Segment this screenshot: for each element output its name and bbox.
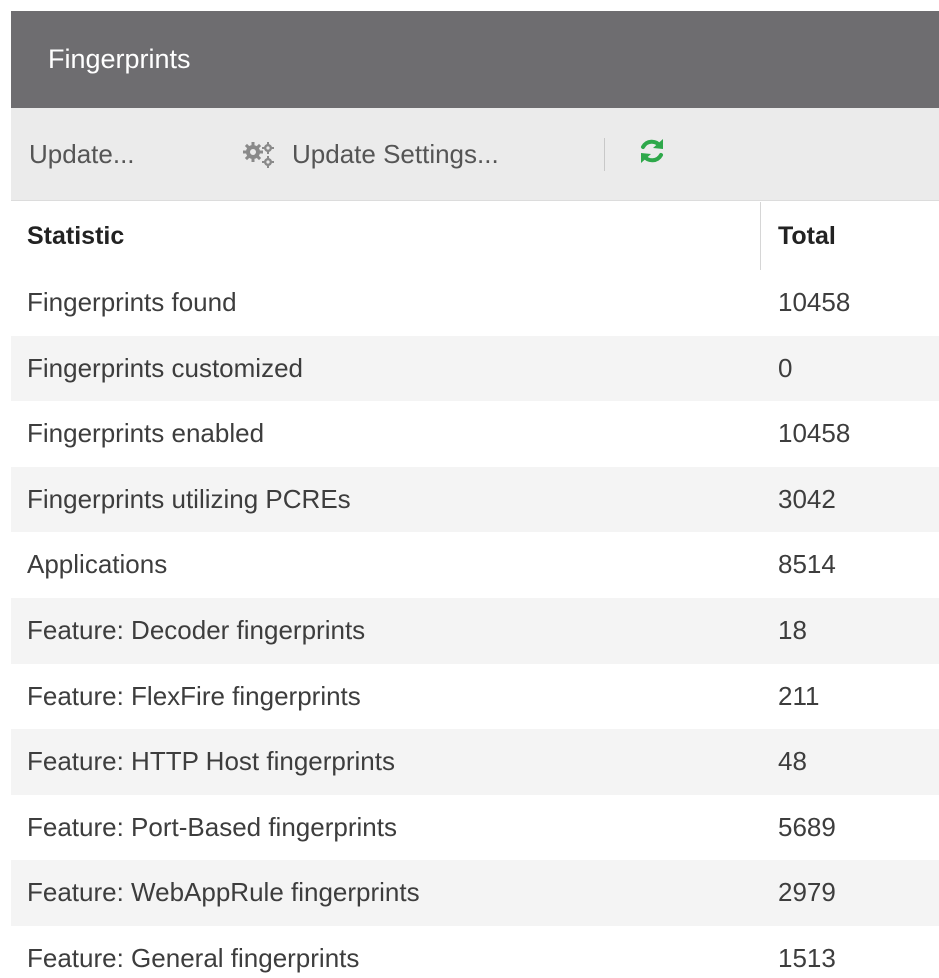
table-row: Feature: Decoder fingerprints 18 [11, 597, 939, 664]
statistic-cell: Feature: General fingerprints [27, 942, 360, 973]
table-row: Applications 8514 [11, 532, 939, 598]
table-row: Feature: WebAppRule fingerprints 2979 [11, 860, 939, 926]
total-cell: 0 [778, 352, 793, 383]
fingerprints-panel: Fingerprints Update... Update Settings..… [0, 0, 939, 978]
gears-icon [243, 141, 274, 168]
statistic-cell: Fingerprints utilizing PCREs [27, 483, 351, 514]
total-cell: 10458 [778, 418, 851, 449]
panel-title-bar: Fingerprints [11, 11, 939, 108]
total-cell: 10458 [778, 287, 851, 317]
table-row: Fingerprints found 10458 [11, 270, 939, 336]
update-button-label: Update... [29, 139, 135, 169]
total-cell: 2979 [778, 877, 836, 908]
refresh-icon[interactable] [637, 136, 667, 166]
table-header: Statistic Total [11, 202, 939, 270]
table-row: Fingerprints enabled 10458 [11, 401, 939, 467]
total-cell: 5689 [778, 811, 836, 842]
table-row: Feature: HTTP Host fingerprints 48 [11, 729, 939, 795]
column-header-statistic[interactable]: Statistic [27, 202, 124, 270]
statistic-cell: Feature: Port-Based fingerprints [27, 811, 397, 842]
statistic-cell: Feature: Decoder fingerprints [27, 614, 366, 645]
total-cell: 18 [778, 614, 807, 645]
total-cell: 211 [778, 680, 820, 711]
statistic-cell: Fingerprints customized [27, 352, 303, 383]
column-header-total[interactable]: Total [778, 202, 836, 270]
total-cell: 48 [778, 746, 807, 777]
statistic-cell: Feature: WebAppRule fingerprints [27, 877, 420, 908]
panel-title: Fingerprints [48, 44, 191, 74]
update-button[interactable]: Update... [29, 108, 135, 201]
statistic-cell: Fingerprints enabled [27, 418, 265, 449]
toolbar: Update... Update Settings... [11, 108, 939, 201]
update-settings-button-label: Update Settings... [292, 139, 499, 169]
toolbar-divider [604, 138, 605, 171]
total-cell: 3042 [778, 483, 836, 514]
table-row: Fingerprints utilizing PCREs 3042 [11, 466, 939, 533]
table-row: Fingerprints customized 0 [11, 335, 939, 402]
statistic-cell: Feature: HTTP Host fingerprints [27, 746, 395, 777]
total-cell: 1513 [778, 942, 836, 973]
table-row: Feature: General fingerprints 1513 [11, 926, 939, 978]
table-row: Feature: FlexFire fingerprints 211 [11, 664, 939, 730]
table-row: Feature: Port-Based fingerprints 5689 [11, 795, 939, 861]
statistic-cell: Fingerprints found [27, 287, 237, 317]
column-resize-handle[interactable] [760, 202, 761, 270]
update-settings-button[interactable]: Update Settings... [242, 108, 499, 201]
statistic-cell: Feature: FlexFire fingerprints [27, 680, 361, 711]
total-cell: 8514 [778, 549, 836, 580]
statistic-cell: Applications [27, 549, 168, 580]
table-body: Fingerprints found 10458 Fingerprints cu… [11, 270, 939, 978]
